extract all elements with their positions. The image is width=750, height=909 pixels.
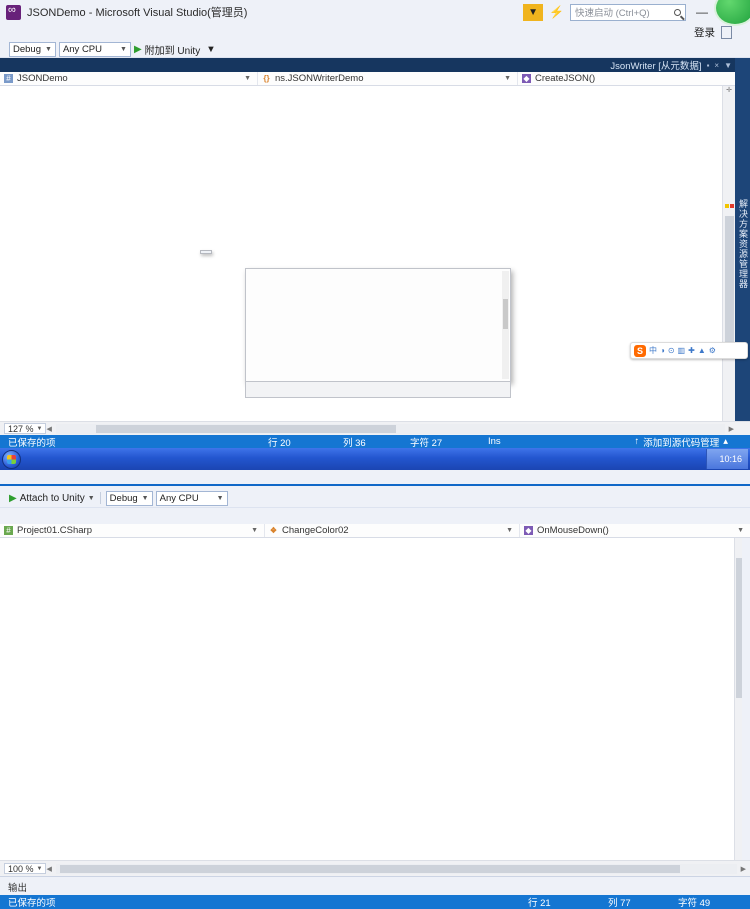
document-tabstrip-top: JsonWriter [从元数据] ▪ × ▼ [0,58,750,72]
breadcrumb-namespace[interactable]: {} ns.JSONWriterDemo ▼ [258,72,518,85]
sogou-ime-toolbar[interactable]: S 中 ◑ ⊙ ▥ ✚ ▲ ⚙ [630,342,748,359]
output-panel-tab[interactable]: 输出 [0,876,750,895]
status-column: 列 36 [343,437,366,449]
status-char: 字符 49 [678,898,711,909]
editor-zoom-row-top: 127 % ▼ ◀ ▶ [0,421,750,435]
toolbar-top: Debug ▼ Any CPU ▼ ▶ 附加到 Unity ▼ [0,41,750,58]
breadcrumb-method[interactable]: ◆ OnMouseDown() ▼ [520,524,750,537]
taskbar-clock: 10:16 [719,454,742,464]
notifications-icon[interactable]: ⚡ [549,5,564,19]
warning-mark [725,204,729,208]
vs-window-bottom: 登录 ▶ Attach to Unity ▼ Debug▼ Any CPU▼ #… [0,470,750,909]
toolbar-bottom: ▶ Attach to Unity ▼ Debug ▼ Any CPU ▼ [0,489,750,508]
horizontal-scrollbar[interactable] [55,423,725,434]
quick-launch-search-input[interactable]: 快速启动 (Ctrl+Q) [570,3,686,21]
breadcrumb-class[interactable]: ❖ ChangeColor02 ▼ [265,524,520,537]
sogou-logo-icon: S [634,344,646,357]
add-to-source-control-button[interactable]: ↑ 添加到源代码管理 ▴ [634,435,728,449]
zoom-level-dropdown[interactable]: 100 % ▼ [4,863,47,874]
completion-filter-bar[interactable] [245,382,511,398]
attach-to-unity-button[interactable]: Attach to Unity [20,493,85,504]
hscroll-right-icon[interactable]: ▶ [741,865,750,873]
platform-dropdown[interactable]: Any CPU ▼ [155,490,228,506]
system-tray: 10:16 [706,449,748,469]
editor-zoom-row-bottom: 100 % ▼ ◀ ▶ [0,860,750,876]
status-line: 行 20 [268,437,291,449]
attach-to-unity-button[interactable]: 附加到 Unity [145,42,201,57]
search-placeholder: 快速启动 (Ctrl+Q) [575,8,650,19]
completion-scrollbar[interactable] [502,271,509,379]
status-char: 字符 27 [410,437,443,449]
ime-clipboard-icon[interactable]: ✚ [688,346,695,355]
breadcrumb-project[interactable]: # Project01.CSharp ▼ [0,524,265,537]
ime-lang-icon[interactable]: 中 [649,345,657,356]
ime-emoji-icon[interactable]: ⊙ [668,346,675,355]
intellisense-completion-list[interactable] [245,268,511,382]
code-editor-top[interactable]: ✛ [0,86,735,421]
error-mark [730,204,734,208]
hscroll-left-icon[interactable]: ◀ [46,425,51,433]
class-icon: ❖ [269,526,278,535]
visual-studio-logo-icon [6,4,21,20]
status-line: 行 21 [528,898,551,909]
statusbar-bottom: 已保存的项 行 21 列 77 字符 49 [0,895,750,909]
avatar-icon[interactable] [721,26,732,39]
ime-keyboard-icon[interactable]: ▥ [678,346,686,355]
tab-jsonwriter-metadata[interactable]: JsonWriter [从元数据] [610,58,701,72]
breadcrumb-project[interactable]: # JSONDemo ▼ [0,72,258,85]
ime-punct-icon[interactable]: ◑ [660,346,665,355]
navigation-bar-bottom: # Project01.CSharp ▼ ❖ ChangeColor02 ▼ ◆ O… [0,524,750,538]
namespace-icon: {} [263,74,270,83]
method-icon: ◆ [522,74,531,83]
status-column: 列 77 [608,898,631,909]
document-tabstrip-bottom [0,470,750,486]
solution-explorer-collapsed-panel[interactable]: 解决方案资源管理器 [735,58,750,421]
tab-close-icon[interactable]: × [714,61,719,70]
feedback-filter-icon[interactable]: ▼ [523,3,544,21]
ime-skin-icon[interactable]: ▲ [698,346,706,355]
platform-dropdown[interactable]: Any CPU ▼ [58,41,131,57]
minimize-button[interactable]: — [696,5,708,19]
navigation-bar-top: # JSONDemo ▼ {} ns.JSONWriterDemo ▼ ◆ Crea… [0,72,750,86]
statusbar-top: 已保存的项 行 20 列 36 字符 27 Ins ↑ 添加到源代码管理 ▴ [0,435,750,449]
search-icon [674,8,681,16]
hscroll-right-icon[interactable]: ▶ [729,425,750,433]
zoom-level-dropdown[interactable]: 127 % ▼ [4,423,47,434]
status-saved-items: 已保存的项 [8,437,56,449]
titlebar-top: JSONDemo - Microsoft Visual Studio(管理员) … [0,0,750,24]
menubar-top: 登录 [0,24,750,41]
status-insert-mode: Ins [488,436,501,447]
status-saved-items: 已保存的项 [8,898,56,909]
screen: { "watermark": "宿蔻资源教程", "colors": { "st… [0,0,750,909]
scroll-up-icon[interactable]: ✛ [723,86,735,94]
ime-settings-icon[interactable]: ⚙ [709,346,716,355]
windows-taskbar: 10:16 [0,448,750,470]
vertical-scrollbar[interactable]: ✛ [722,86,735,421]
project-icon: # [4,526,13,535]
signature-tooltip [200,250,212,254]
tab-lock-icon: ▪ [706,60,710,70]
hscroll-left-icon[interactable]: ◀ [46,865,51,873]
window-title: JSONDemo - Microsoft Visual Studio(管理员) [27,7,248,19]
horizontal-scrollbar[interactable] [55,863,737,874]
code-editor-bottom[interactable] [0,538,742,860]
debug-config-dropdown[interactable]: Debug ▼ [9,41,56,57]
tab-overflow-icon[interactable]: ▼ [724,61,732,70]
debug-config-dropdown[interactable]: Debug ▼ [105,490,153,506]
breadcrumb-method[interactable]: ◆ CreateJSON()▼ [518,72,750,85]
project-icon: # [4,74,13,83]
signin-label[interactable]: 登录 [694,25,715,40]
start-debug-icon[interactable]: ▶ [9,493,17,504]
vs-window-top: JSONDemo - Microsoft Visual Studio(管理员) … [0,0,750,449]
method-icon: ◆ [524,526,533,535]
start-debug-icon[interactable]: ▶ [134,44,142,55]
vertical-scrollbar[interactable] [734,538,742,860]
start-button[interactable] [2,449,21,469]
